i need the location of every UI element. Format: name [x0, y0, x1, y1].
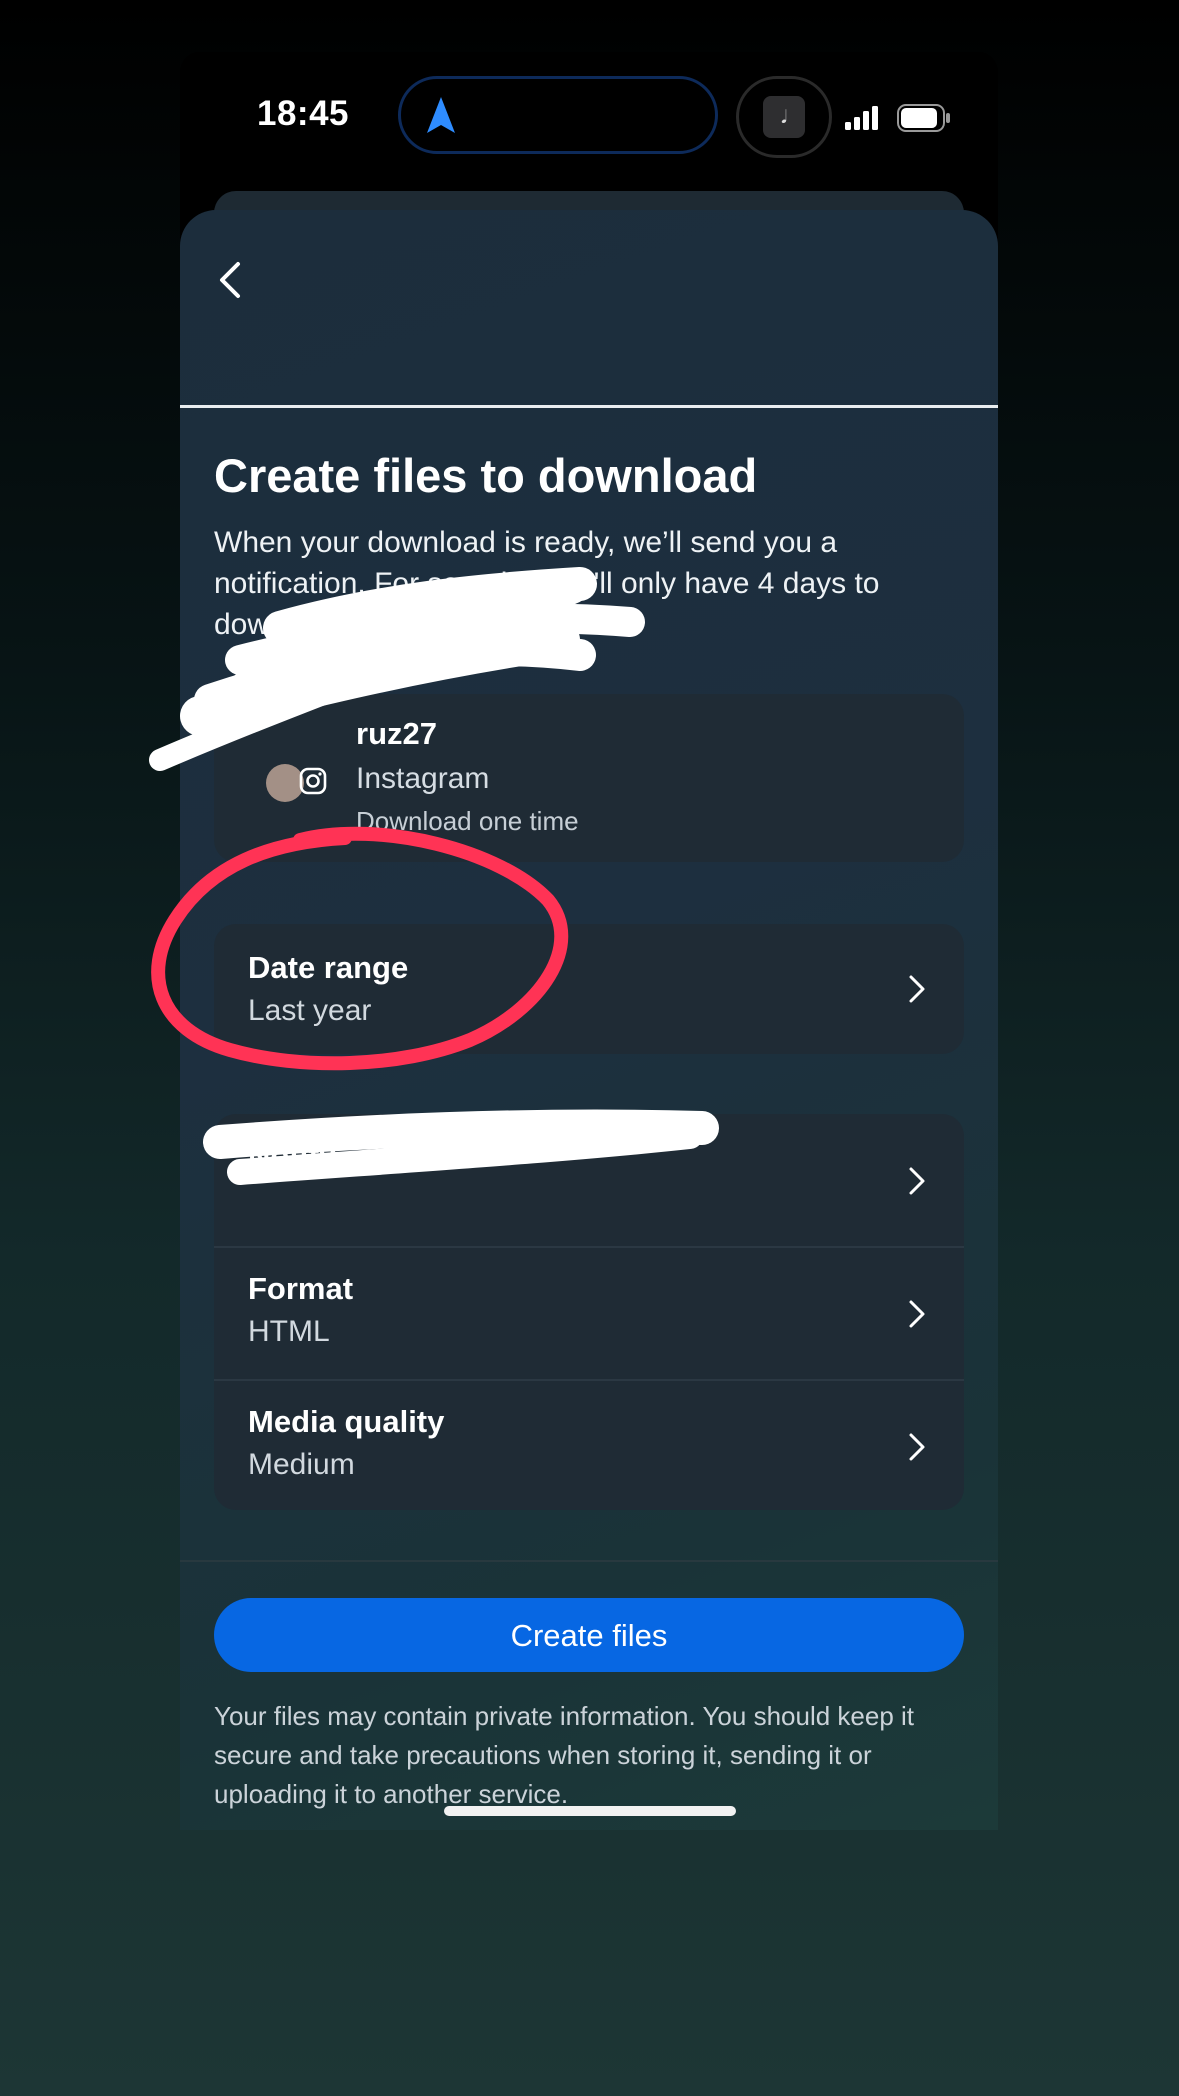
date-range-label: Date range	[248, 950, 409, 985]
dynamic-island[interactable]	[398, 76, 718, 154]
cellular-signal-icon	[845, 106, 878, 130]
account-username: ruz27	[356, 716, 437, 751]
chevron-left-icon[interactable]	[210, 258, 254, 302]
battery-icon	[897, 104, 950, 132]
music-note-icon: 𝅘𝅥	[763, 96, 805, 138]
settings-card: Notify Format HTML Media quality Medium	[214, 1114, 964, 1510]
account-app: Instagram	[356, 762, 490, 795]
media-quality-row[interactable]: Media quality Medium	[214, 1380, 964, 1512]
date-range-value: Last year	[248, 994, 372, 1027]
chevron-right-icon	[909, 1433, 925, 1461]
account-card: ruz27 Instagram Download one time	[214, 694, 964, 862]
location-arrow-icon	[427, 97, 455, 133]
phone-screen: 18:45 𝅘𝅥 Create files to download When y…	[180, 52, 998, 1830]
home-indicator[interactable]	[444, 1806, 736, 1816]
page-description: When your download is ready, we’ll send …	[214, 526, 880, 641]
instagram-icon	[299, 767, 327, 795]
status-time: 18:45	[257, 94, 350, 133]
format-label: Format	[248, 1271, 354, 1306]
media-quality-value: Medium	[248, 1448, 355, 1481]
media-quality-label: Media quality	[248, 1404, 445, 1439]
download-sheet: Create files to download When your downl…	[180, 210, 998, 1830]
format-row[interactable]: Format HTML	[214, 1247, 964, 1379]
account-frequency: Download one time	[356, 806, 579, 836]
footer-divider	[180, 1560, 998, 1562]
date-range-row[interactable]: Date range Last year	[214, 924, 964, 1054]
notify-label: Notify	[248, 1138, 336, 1173]
page-title: Create files to download	[214, 449, 758, 502]
chevron-right-icon	[909, 1167, 925, 1195]
header-divider	[180, 405, 998, 408]
privacy-disclaimer: Your files may contain private informati…	[214, 1701, 915, 1809]
format-value: HTML	[248, 1315, 330, 1348]
create-files-button[interactable]: Create files	[214, 1598, 964, 1672]
chevron-right-icon	[909, 1300, 925, 1328]
chevron-right-icon	[909, 975, 925, 1003]
notify-row[interactable]: Notify	[214, 1114, 964, 1246]
music-activity[interactable]: 𝅘𝅥	[736, 76, 832, 158]
